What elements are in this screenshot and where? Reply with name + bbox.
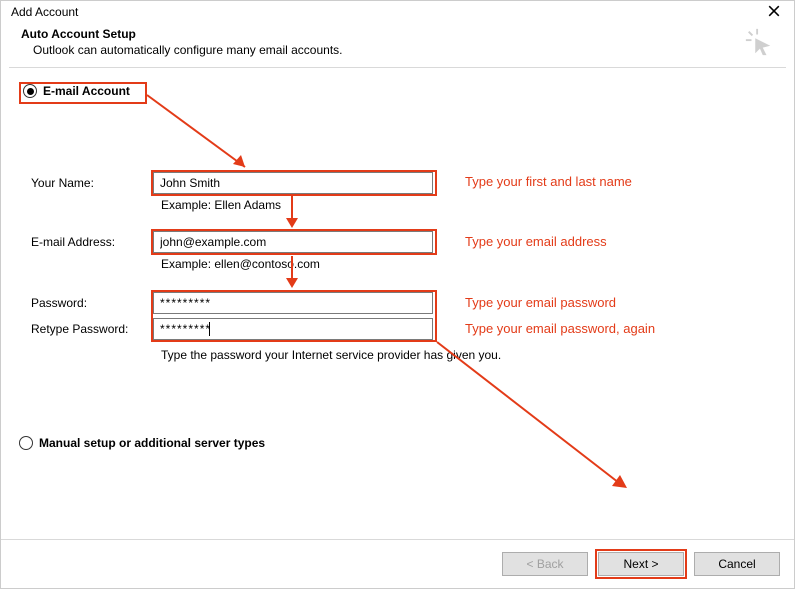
radio-icon xyxy=(23,84,37,98)
next-button[interactable]: Next > xyxy=(598,552,684,576)
label-retype: Retype Password: xyxy=(31,322,128,336)
annotation-retype: Type your email password, again xyxy=(465,321,655,336)
annotation-password: Type your email password xyxy=(465,295,616,310)
radio-email-label: E-mail Account xyxy=(43,84,130,98)
example-name: Example: Ellen Adams xyxy=(161,198,281,212)
password-input[interactable] xyxy=(153,292,433,314)
retype-password-input[interactable] xyxy=(153,318,433,340)
radio-manual-setup[interactable]: Manual setup or additional server types xyxy=(19,436,265,450)
back-button[interactable]: < Back xyxy=(502,552,588,576)
label-password: Password: xyxy=(31,296,87,310)
cancel-button[interactable]: Cancel xyxy=(694,552,780,576)
wizard-cursor-icon xyxy=(744,27,774,57)
radio-email-account[interactable]: E-mail Account xyxy=(23,84,130,98)
password-note: Type the password your Internet service … xyxy=(161,348,501,362)
page-title: Auto Account Setup xyxy=(21,27,343,41)
annotation-name: Type your first and last name xyxy=(465,174,632,189)
email-address-input[interactable] xyxy=(153,231,433,253)
page-subtitle: Outlook can automatically configure many… xyxy=(21,43,343,57)
radio-icon xyxy=(19,436,33,450)
label-your-name: Your Name: xyxy=(31,176,94,190)
window-title: Add Account xyxy=(11,5,78,19)
close-icon[interactable] xyxy=(764,5,784,19)
your-name-input[interactable] xyxy=(153,172,433,194)
label-email-address: E-mail Address: xyxy=(31,235,115,249)
text-caret xyxy=(209,322,210,336)
radio-manual-label: Manual setup or additional server types xyxy=(39,436,265,450)
example-email: Example: ellen@contoso.com xyxy=(161,257,320,271)
annotation-email: Type your email address xyxy=(465,234,607,249)
